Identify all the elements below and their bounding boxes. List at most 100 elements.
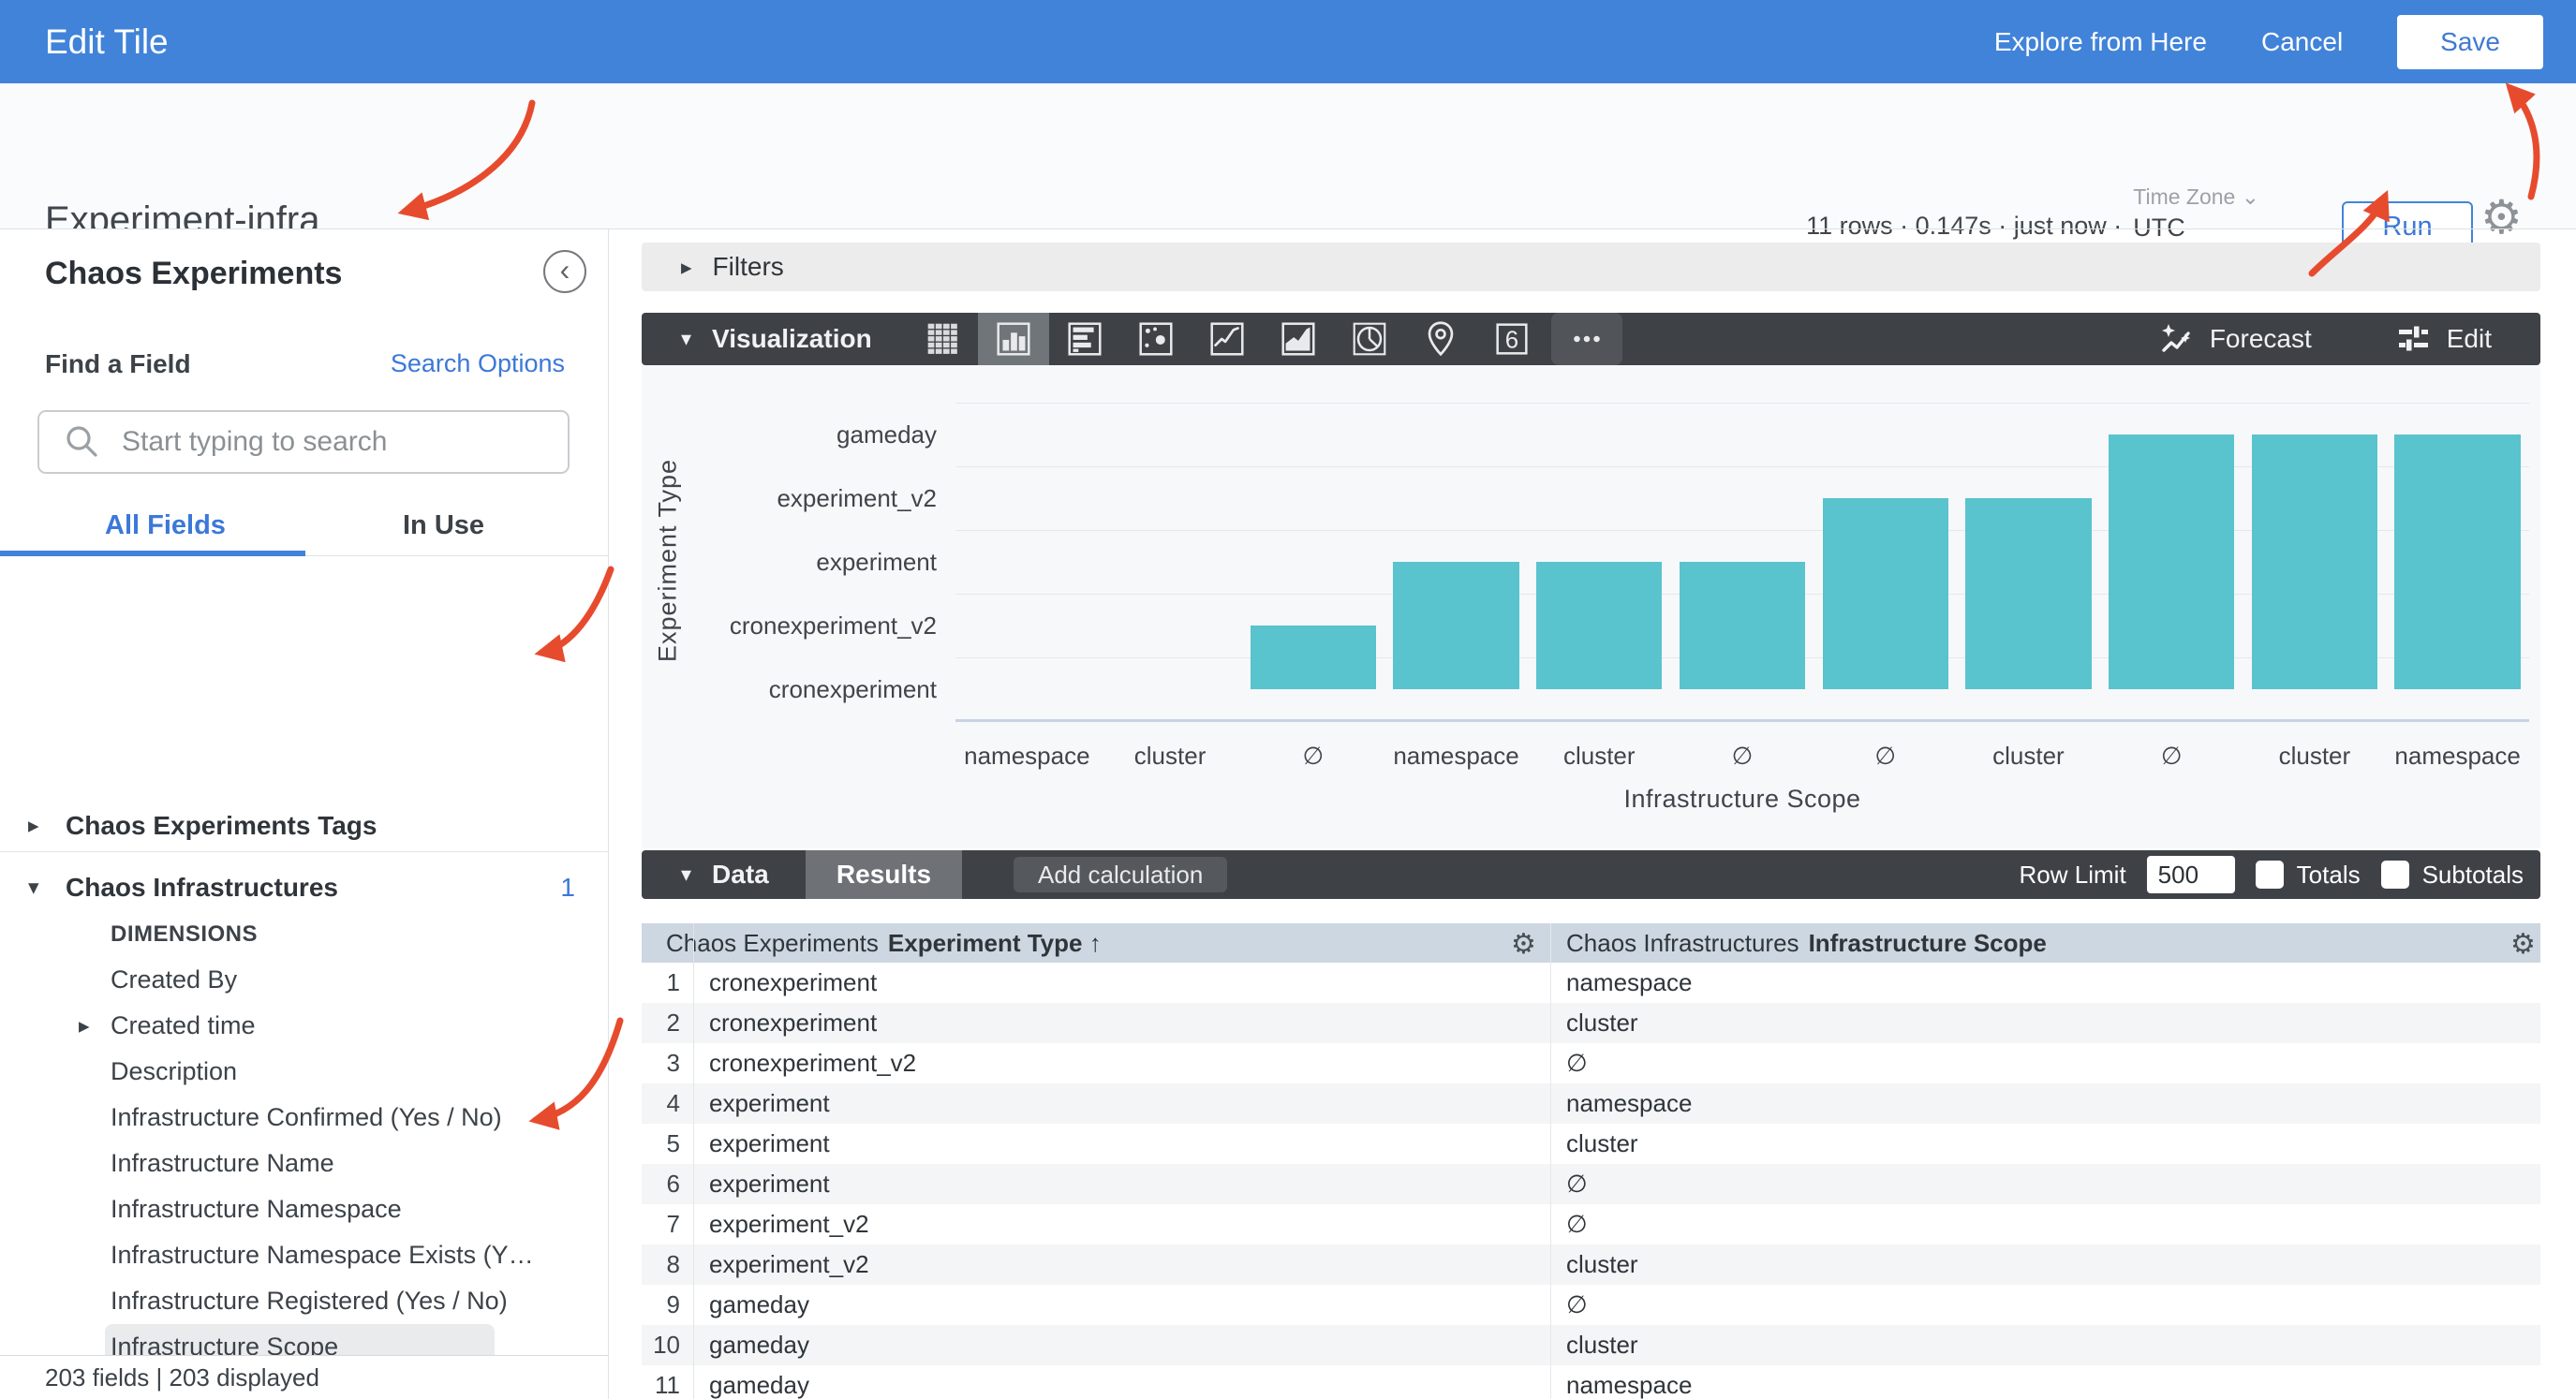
table-row[interactable]: 2cronexperimentcluster [642,1003,2540,1043]
viz-type-bar[interactable] [1049,313,1120,365]
chevron-right-icon[interactable]: ▸ [28,813,39,838]
cell-experiment-type[interactable]: cronexperiment [709,1003,877,1043]
topbar-actions: Explore from Here Cancel Save [1994,0,2543,83]
edit-viz-button[interactable]: Edit [2394,320,2492,358]
results-tab[interactable]: Results [806,850,962,899]
query-stats-text: 11 rows · 0.147s · just now · [1806,212,2122,243]
table-row[interactable]: 11gamedaynamespace [642,1365,2540,1399]
cell-experiment-type[interactable]: experiment [709,1164,830,1204]
cell-infrastructure-scope[interactable]: cluster [1566,1325,1638,1365]
table-row[interactable]: 9gameday∅ [642,1285,2540,1325]
search-options-link[interactable]: Search Options [391,349,565,378]
sidebar-item-infrastructure-name[interactable]: Infrastructure Name [0,1141,609,1186]
viz-type-pie[interactable] [1334,313,1405,365]
save-button[interactable]: Save [2397,15,2543,69]
chevron-down-icon[interactable]: ▾ [681,862,691,887]
bar-experiment_v2-cluster[interactable] [1965,498,2091,689]
cell-infrastructure-scope[interactable]: ∅ [1566,1164,1588,1204]
sidebar-item-infrastructure-namespace-exists-y[interactable]: Infrastructure Namespace Exists (Y… [0,1232,609,1278]
bar-cronexperiment_v2-∅[interactable] [1251,626,1376,689]
viz-type-scatter[interactable] [1120,313,1192,365]
cell-experiment-type[interactable]: experiment [709,1124,830,1164]
tab-in-use[interactable]: In Use [403,510,484,541]
bar-gameday-cluster[interactable] [2252,434,2377,689]
table-row[interactable]: 4experimentnamespace [642,1083,2540,1124]
column-header-experiment-type[interactable]: Chaos Experiments Experiment Type ↑ [666,923,1537,963]
table-row[interactable]: 1cronexperimentnamespace [642,963,2540,1003]
collapse-sidebar-icon[interactable]: ‹ [543,250,586,293]
cell-experiment-type[interactable]: experiment [709,1083,830,1124]
cell-experiment-type[interactable]: cronexperiment [709,963,877,1003]
sidebar-item-infrastructure-scope[interactable]: Infrastructure Scope [0,1324,609,1355]
viz-type-more[interactable] [1551,313,1622,365]
cell-infrastructure-scope[interactable]: namespace [1566,1083,1692,1124]
scatter-icon [1134,317,1177,361]
cell-experiment-type[interactable]: gameday [709,1365,809,1399]
subtotals-checkbox[interactable] [2381,861,2409,889]
table-row[interactable]: 8experiment_v2cluster [642,1244,2540,1285]
viz-type-map[interactable] [1405,313,1476,365]
query-header-row: Experiment-infra 11 rows · 0.147s · just… [0,83,2576,229]
viz-type-area[interactable] [1263,313,1334,365]
sidebar-item-infrastructure-registered-yes-no[interactable]: Infrastructure Registered (Yes / No) [0,1278,609,1324]
find-a-field-label: Find a Field [45,349,191,379]
table-row[interactable]: 7experiment_v2∅ [642,1204,2540,1244]
cell-experiment-type[interactable]: experiment_v2 [709,1244,869,1285]
cell-infrastructure-scope[interactable]: cluster [1566,1244,1638,1285]
visualization-section-header: ▾ Visualization 6 [642,313,2540,365]
cell-infrastructure-scope[interactable]: namespace [1566,963,1692,1003]
bar-experiment-cluster[interactable] [1536,562,1662,689]
gear-icon[interactable]: ⚙ [2480,194,2523,241]
cell-infrastructure-scope[interactable]: namespace [1566,1365,1692,1399]
add-calculation-button[interactable]: Add calculation [1014,857,1227,892]
column-gear-icon[interactable]: ⚙ [1511,928,1536,961]
bar-gameday-namespace[interactable] [2394,434,2520,689]
sidebar-item-description[interactable]: Description [0,1049,609,1095]
totals-checkbox[interactable] [2256,861,2284,889]
cell-infrastructure-scope[interactable]: cluster [1566,1003,1638,1043]
sidebar-group-chaos-infrastructures[interactable]: ▾Chaos Infrastructures1 [0,864,609,910]
table-row[interactable]: 6experiment∅ [642,1164,2540,1204]
sidebar-item-infrastructure-namespace[interactable]: Infrastructure Namespace [0,1186,609,1232]
row-limit-input[interactable] [2147,856,2235,893]
cell-experiment-type[interactable]: cronexperiment_v2 [709,1043,916,1083]
table-row[interactable]: 3cronexperiment_v2∅ [642,1043,2540,1083]
column-gear-icon[interactable]: ⚙ [2510,928,2536,961]
sidebar-item-infrastructure-confirmed-yes-no[interactable]: Infrastructure Confirmed (Yes / No) [0,1095,609,1141]
bar-experiment-namespace[interactable] [1393,562,1518,689]
chevron-down-icon[interactable]: ▾ [681,327,691,351]
chevron-down-icon[interactable]: ▾ [28,875,39,900]
field-search-box[interactable] [37,410,570,474]
bar-gameday-∅[interactable] [2109,434,2234,689]
explore-from-here-link[interactable]: Explore from Here [1994,27,2207,57]
bar-experiment-∅[interactable] [1680,562,1805,689]
viz-type-table[interactable] [907,313,978,365]
chevron-right-icon[interactable]: ▸ [79,1013,90,1038]
field-search-input[interactable] [122,426,534,458]
viz-type-column[interactable] [978,313,1049,365]
cancel-button[interactable]: Cancel [2261,27,2343,57]
table-row[interactable]: 5experimentcluster [642,1124,2540,1164]
cell-experiment-type[interactable]: gameday [709,1325,809,1365]
column-header-infrastructure-scope[interactable]: Chaos Infrastructures Infrastructure Sco… [1566,923,2484,963]
cell-infrastructure-scope[interactable]: ∅ [1566,1043,1588,1083]
sidebar-item-created-by[interactable]: Created By [0,957,609,1003]
timezone-dropdown[interactable]: Time Zone ⌄ [2133,184,2259,210]
field-label: Infrastructure Name [111,1149,334,1178]
table-row[interactable]: 10gamedaycluster [642,1325,2540,1365]
sidebar-group-chaos-experiments-tags[interactable]: ▸ Chaos Experiments Tags [0,803,609,848]
filters-section-header[interactable]: ▸ Filters [642,243,2540,291]
forecast-button[interactable]: Forecast [2157,320,2312,358]
viz-type-line[interactable] [1192,313,1263,365]
y-tick-label: cronexperiment_v2 [674,610,937,641]
group-label: Chaos Experiments Tags [66,811,377,841]
cell-experiment-type[interactable]: gameday [709,1285,809,1325]
cell-experiment-type[interactable]: experiment_v2 [709,1204,869,1244]
tab-all-fields[interactable]: All Fields [105,510,226,541]
cell-infrastructure-scope[interactable]: ∅ [1566,1204,1588,1244]
sidebar-item-created-time[interactable]: ▸Created time [0,1003,609,1049]
bar-experiment_v2-∅[interactable] [1823,498,1948,689]
cell-infrastructure-scope[interactable]: ∅ [1566,1285,1588,1325]
viz-type-single-value[interactable]: 6 [1476,313,1547,365]
cell-infrastructure-scope[interactable]: cluster [1566,1124,1638,1164]
